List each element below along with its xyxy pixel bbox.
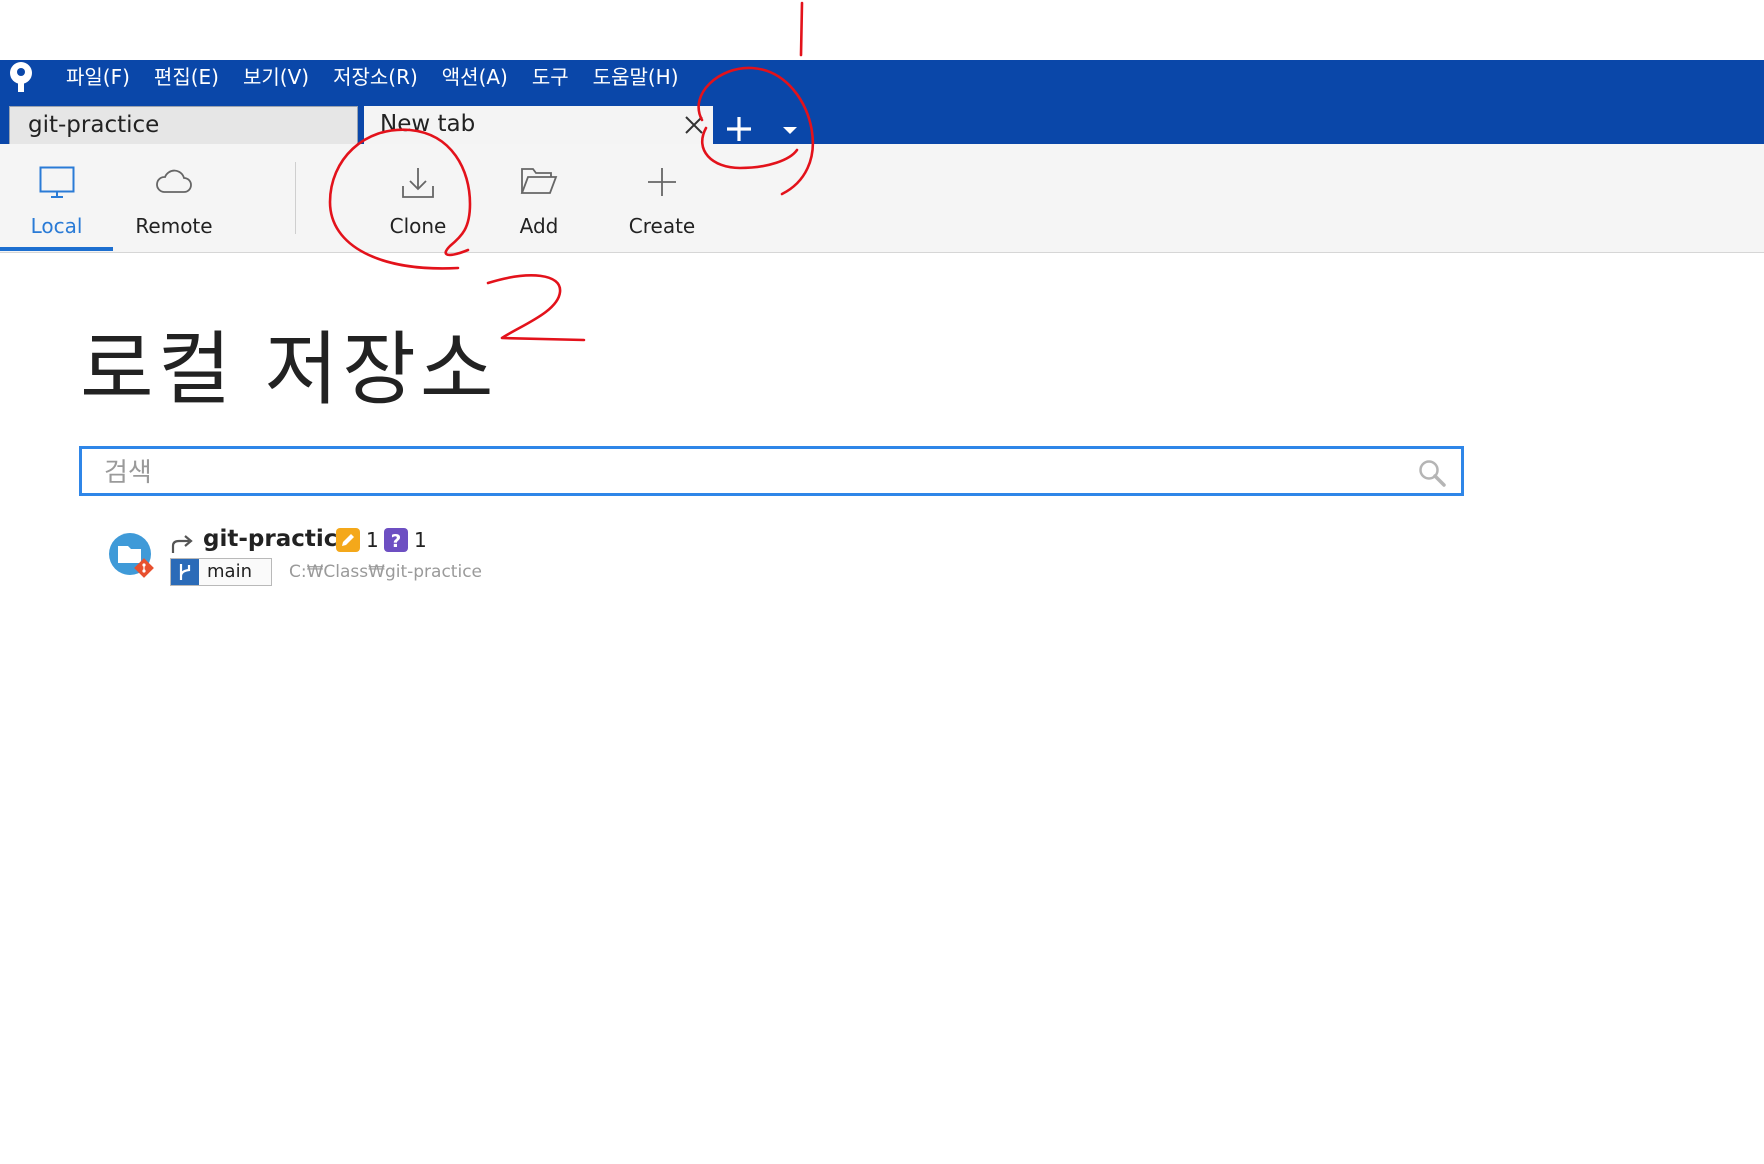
annotation-number-2-stroke xyxy=(486,274,586,342)
local-label: Local xyxy=(30,214,83,238)
menu-view[interactable]: 보기(V) xyxy=(231,62,321,92)
tab-git-practice[interactable]: git-practice xyxy=(9,106,358,144)
branch-chip: main xyxy=(170,558,272,586)
add-tab-plus-icon[interactable] xyxy=(720,112,758,146)
search-box xyxy=(79,446,1464,496)
clone-label: Clone xyxy=(389,214,447,238)
plus-icon xyxy=(648,168,676,196)
untracked-count: 1 xyxy=(414,528,427,552)
folder-open-icon xyxy=(520,168,558,194)
menu-edit[interactable]: 편집(E) xyxy=(142,62,231,92)
add-button[interactable]: Add xyxy=(492,144,586,252)
menu-help[interactable]: 도움말(H) xyxy=(581,62,691,92)
sourcetree-logo-icon xyxy=(10,62,32,92)
branch-name: main xyxy=(207,561,252,582)
top-blank-area xyxy=(0,0,1764,60)
remote-tab-button[interactable]: Remote xyxy=(118,144,230,252)
redo-arrow-icon xyxy=(171,535,193,553)
clone-button[interactable]: Clone xyxy=(364,144,472,252)
repository-browser-toolbar: Local Remote Clone Add Create xyxy=(0,144,1764,253)
list-item[interactable]: git-practice 1 ? 1 main C:₩Class₩git-pra… xyxy=(108,522,608,592)
remote-label: Remote xyxy=(135,214,213,238)
search-icon[interactable] xyxy=(1417,458,1447,488)
svg-text:?: ? xyxy=(391,531,401,552)
menu-tools[interactable]: 도구 xyxy=(520,62,581,92)
create-label: Create xyxy=(628,214,696,238)
active-tab-indicator xyxy=(0,247,113,251)
title-menu-bar: 파일(F) 편집(E) 보기(V) 저장소(R) 액션(A) 도구 도움말(H)… xyxy=(0,60,1764,144)
tab-label: New tab xyxy=(380,111,476,137)
chevron-down-icon[interactable] xyxy=(778,122,802,138)
search-input[interactable] xyxy=(102,453,1386,493)
modified-count: 1 xyxy=(366,528,379,552)
question-mark-icon: ? xyxy=(384,528,408,552)
tab-new-tab[interactable]: New tab xyxy=(364,106,713,144)
create-button[interactable]: Create xyxy=(612,144,712,252)
monitor-icon xyxy=(39,166,74,198)
menu-repository[interactable]: 저장소(R) xyxy=(321,62,430,92)
branch-icon xyxy=(171,559,199,585)
git-repository-folder-icon xyxy=(109,533,154,578)
repository-path: C:₩Class₩git-practice xyxy=(289,562,482,582)
repository-name: git-practice xyxy=(203,526,353,552)
close-icon[interactable] xyxy=(683,114,705,136)
main-menu: 파일(F) 편집(E) 보기(V) 저장소(R) 액션(A) 도구 도움말(H) xyxy=(64,62,691,92)
toolbar-divider xyxy=(295,162,296,234)
download-icon xyxy=(402,168,434,198)
local-tab-button[interactable]: Local xyxy=(0,144,113,252)
add-label: Add xyxy=(519,214,559,238)
tab-label: git-practice xyxy=(28,112,160,138)
pencil-modified-icon xyxy=(336,528,360,552)
cloud-icon xyxy=(156,169,192,193)
page-title: 로컬 저장소 xyxy=(80,323,498,416)
menu-file[interactable]: 파일(F) xyxy=(64,62,142,92)
menu-actions[interactable]: 액션(A) xyxy=(430,62,520,92)
